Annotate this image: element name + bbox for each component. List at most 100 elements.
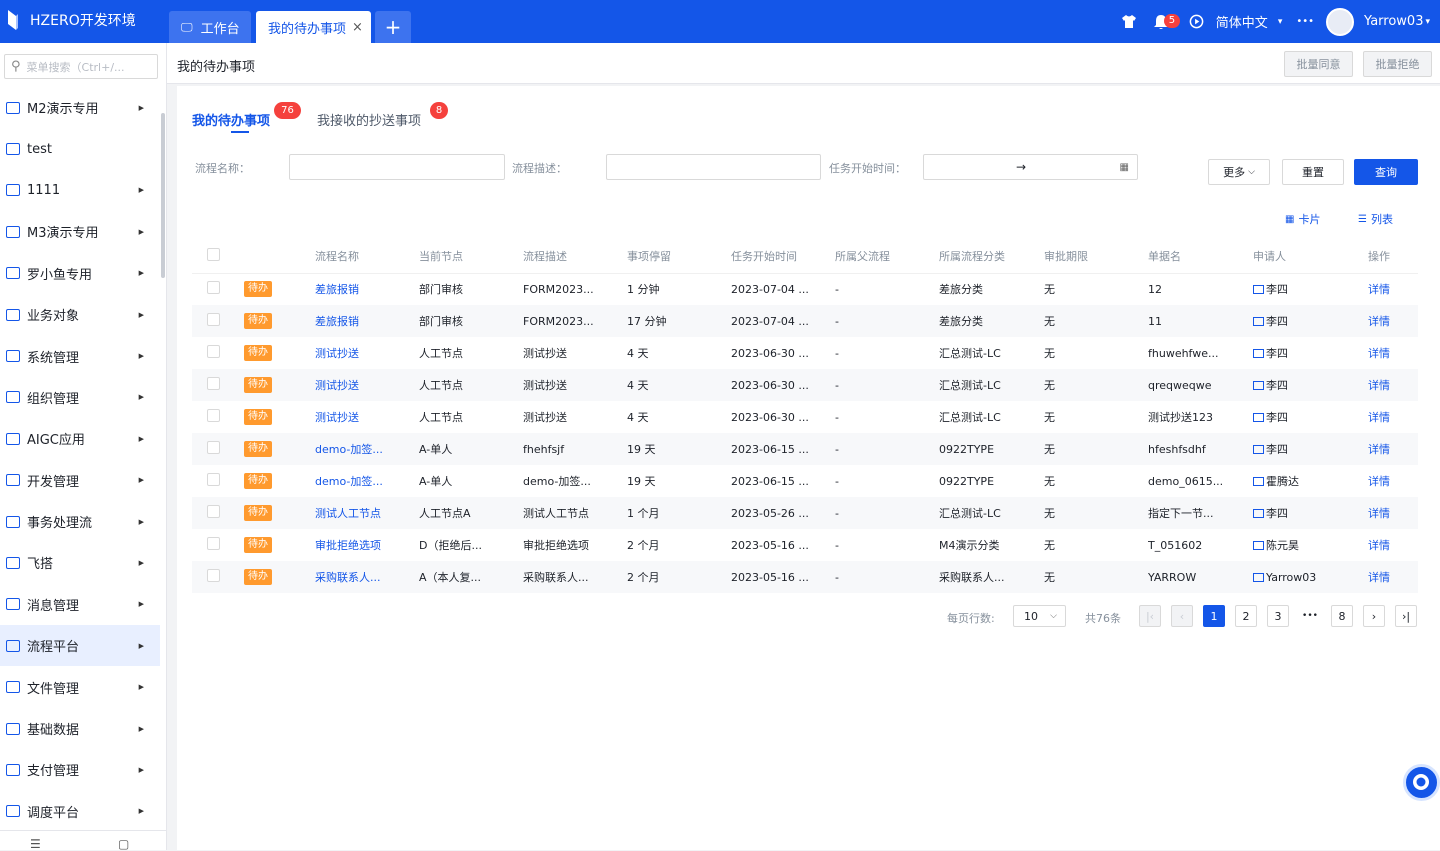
sidebar-item[interactable]: 支付管理 ▶ xyxy=(0,749,160,790)
details-link[interactable]: 详情 xyxy=(1368,411,1390,424)
page-size-select[interactable]: 10 ⌵ xyxy=(1013,605,1066,627)
table-row[interactable]: 待办 demo-加签... A-单人 fhehfsjf 19 天 2023-06-15 .… xyxy=(192,433,1418,465)
sidebar-item[interactable]: 组织管理 ▶ xyxy=(0,377,160,418)
sidebar-item[interactable]: 调度平台 ▶ xyxy=(0,791,160,832)
process-name-link[interactable]: 测试抄送 xyxy=(315,347,359,360)
page-button[interactable]: 3 xyxy=(1267,605,1289,627)
sidebar-item[interactable]: 罗小鱼专用 ▶ xyxy=(0,253,160,294)
details-link[interactable]: 详情 xyxy=(1368,571,1390,584)
sidebar-item[interactable]: 流程平台 ▶ xyxy=(0,625,160,667)
row-checkbox[interactable] xyxy=(207,473,220,486)
sidebar-item[interactable]: test xyxy=(0,128,160,169)
stay-cell: 2 个月 xyxy=(627,561,731,593)
calendar-icon[interactable]: ▦ xyxy=(1120,162,1129,173)
process-name-link[interactable]: 差旅报销 xyxy=(315,315,359,328)
list-view-button[interactable]: ☰ 列表 xyxy=(1358,211,1393,227)
sidebar-item[interactable]: 飞搭 ▶ xyxy=(0,542,160,583)
row-checkbox[interactable] xyxy=(207,313,220,326)
more-icon[interactable]: ••• xyxy=(1288,16,1322,27)
user-menu[interactable]: Yarrow03 ▾ xyxy=(1322,7,1430,36)
sidebar-scrollbar[interactable] xyxy=(161,113,165,278)
row-checkbox[interactable] xyxy=(207,537,220,550)
row-checkbox[interactable] xyxy=(207,505,220,518)
select-all-checkbox[interactable] xyxy=(207,248,220,262)
row-checkbox[interactable] xyxy=(207,345,220,358)
process-name-link[interactable]: demo-加签... xyxy=(315,475,383,488)
sidebar-item[interactable]: 业务对象 ▶ xyxy=(0,294,160,335)
add-tab-button[interactable]: + xyxy=(375,11,411,43)
table-row[interactable]: 待办 采购联系人... A（本人复... 采购联系人... 2 个月 2023-05-16… xyxy=(192,561,1418,593)
tab-workbench[interactable]: 🖵 工作台 xyxy=(169,11,251,43)
more-filters-button[interactable]: 更多 ⌵ xyxy=(1208,159,1270,185)
sidebar-item[interactable]: 1111 ▶ xyxy=(0,170,160,211)
table-row[interactable]: 待办 测试抄送 人工节点 测试抄送 4 天 2023-06-30 ... - 汇总测试-LC 无… xyxy=(192,337,1418,369)
sidebar-item[interactable]: AIGC应用 ▶ xyxy=(0,418,160,459)
sidebar-item[interactable]: 文件管理 ▶ xyxy=(0,666,160,707)
sidebar-item[interactable]: 基础数据 ▶ xyxy=(0,708,160,749)
sidebar-item[interactable]: M3演示专用 ▶ xyxy=(0,211,160,252)
table-row[interactable]: 待办 差旅报销 部门审核 FORM2023... 17 分钟 2023-07-04 ...… xyxy=(192,305,1418,337)
process-name-link[interactable]: demo-加签... xyxy=(315,443,383,456)
sidebar-item[interactable]: 消息管理 ▶ xyxy=(0,584,160,625)
tab-my-todo[interactable]: 我的待办事项 × xyxy=(256,11,371,43)
card-view-button[interactable]: ▦ 卡片 xyxy=(1285,211,1320,227)
play-icon[interactable] xyxy=(1184,14,1210,29)
reset-button[interactable]: 重置 xyxy=(1282,159,1344,185)
table-row[interactable]: 待办 测试人工节点 人工节点A 测试人工节点 1 个月 2023-05-26 ... - 汇总… xyxy=(192,497,1418,529)
table-row[interactable]: 待办 测试抄送 人工节点 测试抄送 4 天 2023-06-30 ... - 汇总测试-LC 无… xyxy=(192,401,1418,433)
row-checkbox[interactable] xyxy=(207,569,220,582)
process-name-link[interactable]: 差旅报销 xyxy=(315,283,359,296)
process-desc-input[interactable] xyxy=(606,154,821,180)
details-link[interactable]: 详情 xyxy=(1368,507,1390,520)
row-checkbox[interactable] xyxy=(207,441,220,454)
table-row[interactable]: 待办 差旅报销 部门审核 FORM2023... 1 分钟 2023-07-04 ... -… xyxy=(192,273,1418,305)
document-icon[interactable]: ▢ xyxy=(118,837,129,851)
row-checkbox[interactable] xyxy=(207,409,220,422)
details-link[interactable]: 详情 xyxy=(1368,475,1390,488)
table-row[interactable]: 待办 测试抄送 人工节点 测试抄送 4 天 2023-06-30 ... - 汇总测试-LC 无… xyxy=(192,369,1418,401)
tab-cc-items[interactable]: 我接收的抄送事项 xyxy=(317,110,421,129)
details-link[interactable]: 详情 xyxy=(1368,539,1390,552)
query-button[interactable]: 查询 xyxy=(1354,159,1418,185)
app-logo[interactable]: HZERO开发环境 xyxy=(8,10,136,30)
details-link[interactable]: 详情 xyxy=(1368,347,1390,360)
details-link[interactable]: 详情 xyxy=(1368,379,1390,392)
row-checkbox[interactable] xyxy=(207,281,220,295)
task-start-range-input[interactable]: → ▦ xyxy=(923,154,1138,180)
process-name-link[interactable]: 审批拒绝选项 xyxy=(315,539,381,552)
shirt-icon[interactable] xyxy=(1112,14,1146,29)
tab-my-todo-items[interactable]: 我的待办事项 xyxy=(192,110,270,129)
more-pages-icon[interactable]: ••• xyxy=(1299,605,1321,627)
process-name-link[interactable]: 测试抄送 xyxy=(315,379,359,392)
batch-reject-button[interactable]: 批量拒绝 xyxy=(1363,51,1432,77)
category-cell: 汇总测试-LC xyxy=(939,347,1001,360)
batch-approve-button[interactable]: 批量同意 xyxy=(1284,51,1353,77)
collapse-icon[interactable]: ☰ xyxy=(30,837,41,851)
prev-page-button[interactable]: ‹ xyxy=(1171,605,1193,627)
process-name-link[interactable]: 测试抄送 xyxy=(315,411,359,424)
close-icon[interactable]: × xyxy=(352,20,363,35)
page-button[interactable]: 8 xyxy=(1331,605,1353,627)
page-button[interactable]: 2 xyxy=(1235,605,1257,627)
bell-icon[interactable]: 5 xyxy=(1146,0,1184,43)
process-name-link[interactable]: 采购联系人... xyxy=(315,571,381,584)
process-name-input[interactable] xyxy=(289,154,505,180)
sidebar-item[interactable]: M2演示专用 ▶ xyxy=(0,87,160,128)
row-checkbox[interactable] xyxy=(207,377,220,390)
sidebar-item[interactable]: 系统管理 ▶ xyxy=(0,335,160,376)
details-link[interactable]: 详情 xyxy=(1368,315,1390,328)
next-page-button[interactable]: › xyxy=(1363,605,1385,627)
language-switch[interactable]: 简体中文 ▾ xyxy=(1210,12,1289,31)
page-button[interactable]: 1 xyxy=(1203,605,1225,627)
sidebar-item[interactable]: 开发管理 ▶ xyxy=(0,460,160,501)
details-link[interactable]: 详情 xyxy=(1368,443,1390,456)
sidebar-item[interactable]: 事务处理流 ▶ xyxy=(0,501,160,542)
table-row[interactable]: 待办 demo-加签... A-单人 demo-加签... 19 天 2023-06-15… xyxy=(192,465,1418,497)
first-page-button[interactable]: |‹ xyxy=(1139,605,1161,627)
table-row[interactable]: 待办 审批拒绝选项 D（拒绝后... 审批拒绝选项 2 个月 2023-05-16 ...… xyxy=(192,529,1418,561)
assistant-float-button[interactable] xyxy=(1403,764,1440,801)
last-page-button[interactable]: ›| xyxy=(1395,605,1417,627)
details-link[interactable]: 详情 xyxy=(1368,283,1390,296)
process-name-link[interactable]: 测试人工节点 xyxy=(315,507,381,520)
menu-search-input[interactable]: ⚲ 菜单搜索（Ctrl+/... xyxy=(4,54,158,79)
